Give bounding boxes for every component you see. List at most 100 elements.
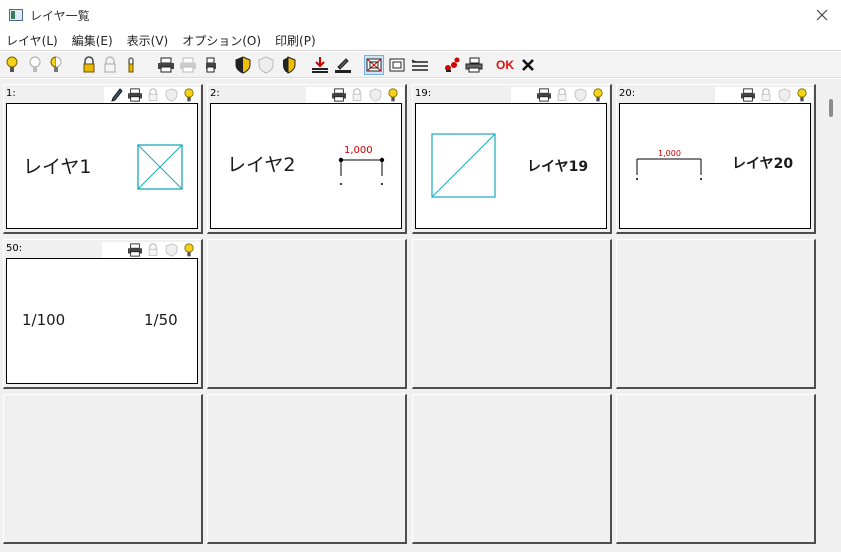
empty-layer-cell[interactable]	[412, 394, 612, 544]
toggle-protect-button[interactable]	[278, 55, 298, 75]
vertical-scrollbar[interactable]	[821, 79, 841, 552]
show-frame-button[interactable]	[364, 55, 384, 75]
empty-layer-cell[interactable]	[207, 394, 407, 544]
bulb-on-icon[interactable]	[384, 87, 402, 103]
toolbar: OK	[0, 52, 841, 78]
show-all-button[interactable]	[2, 55, 22, 75]
layer-cell-50[interactable]: 50: 1/100 1/50	[3, 239, 203, 389]
print-button[interactable]	[464, 55, 484, 75]
show-extent-button[interactable]	[387, 55, 407, 75]
no-print-button[interactable]	[178, 55, 198, 75]
layer-status-icons	[306, 87, 404, 103]
layer-grid: 1: レイヤ1 2: レイヤ2 1,000 19: レイヤ19 20: 1,00…	[0, 79, 821, 552]
paint-icon	[445, 57, 460, 72]
lock-disabled-icon[interactable]	[144, 242, 162, 258]
shield-disabled-icon[interactable]	[366, 87, 384, 103]
bulb-on-icon[interactable]	[180, 242, 198, 258]
menu-layer[interactable]: レイヤ(L)	[6, 32, 58, 49]
dimension-line-shape	[636, 158, 702, 180]
layer-cell-20[interactable]: 20: 1,000 レイヤ20	[616, 84, 816, 234]
shield-disabled-icon	[258, 56, 274, 74]
print-all-button[interactable]	[156, 55, 176, 75]
scrollbar-thumb[interactable]	[829, 99, 833, 117]
layer-number: 20:	[619, 88, 636, 99]
ok-button[interactable]: OK	[494, 55, 516, 75]
layer-number: 19:	[415, 88, 432, 99]
layer-preview: レイヤ19	[415, 103, 607, 229]
toggle-visibility-button[interactable]	[46, 55, 66, 75]
layer-name-text: レイヤ20	[732, 156, 794, 172]
bulb-on-icon[interactable]	[589, 87, 607, 103]
bulb-on-icon[interactable]	[793, 87, 811, 103]
menu-edit[interactable]: 編集(E)	[72, 32, 113, 49]
menu-view[interactable]: 表示(V)	[127, 32, 169, 49]
empty-layer-cell[interactable]	[412, 239, 612, 389]
printer-icon[interactable]	[535, 87, 553, 103]
empty-layer-cell[interactable]	[207, 239, 407, 389]
layer-list-button[interactable]	[410, 55, 430, 75]
frame-icon	[389, 58, 405, 72]
printer-icon[interactable]	[126, 87, 144, 103]
layer-cell-2[interactable]: 2: レイヤ2 1,000	[207, 84, 407, 234]
layer-cell-19[interactable]: 19: レイヤ19	[412, 84, 612, 234]
empty-layer-cell[interactable]	[616, 394, 816, 544]
cancel-icon	[522, 59, 534, 71]
printer-icon	[158, 57, 174, 73]
printer-icon[interactable]	[330, 87, 348, 103]
bulb-off-icon	[29, 56, 41, 72]
cancel-button[interactable]	[518, 55, 538, 75]
printer-icon[interactable]	[739, 87, 757, 103]
shield-disabled-icon[interactable]	[162, 242, 180, 258]
window-title: レイヤ一覧	[30, 9, 90, 23]
bulb-on-icon[interactable]	[180, 87, 198, 103]
printer-icon[interactable]	[126, 242, 144, 258]
dimension-value: 1,000	[344, 145, 373, 156]
shield-disabled-icon[interactable]	[775, 87, 793, 103]
square-diagonal-shape	[431, 133, 496, 198]
color-button[interactable]	[442, 55, 462, 75]
lock-all-button[interactable]	[79, 55, 99, 75]
framed-cross-shape	[137, 144, 183, 190]
lock-disabled-icon[interactable]	[144, 87, 162, 103]
shield-disabled-icon[interactable]	[162, 87, 180, 103]
dimension-line-shape	[338, 157, 385, 185]
empty-layer-cell[interactable]	[3, 394, 203, 544]
title-bar: レイヤ一覧	[0, 0, 841, 31]
toggle-lock-button[interactable]	[121, 55, 141, 75]
print-icon	[465, 57, 483, 73]
import-button[interactable]	[310, 55, 330, 75]
menu-options[interactable]: オプション(O)	[182, 32, 261, 49]
printer-disabled-icon	[180, 57, 196, 73]
empty-layer-cell[interactable]	[616, 239, 816, 389]
lock-disabled-icon[interactable]	[757, 87, 775, 103]
close-window-button[interactable]	[811, 4, 833, 26]
layers-icon	[411, 59, 428, 71]
scale-right-text: 1/50	[144, 311, 178, 329]
protect-all-button[interactable]	[233, 55, 253, 75]
unprotect-all-button[interactable]	[256, 55, 276, 75]
unlock-all-button[interactable]	[100, 55, 120, 75]
pencil-icon[interactable]	[108, 87, 126, 103]
layer-number: 1:	[6, 88, 16, 99]
layer-preview: レイヤ2 1,000	[210, 103, 402, 229]
bulb-half-icon	[50, 56, 62, 72]
pen-layer-icon	[335, 58, 351, 73]
layer-cell-1[interactable]: 1: レイヤ1	[3, 84, 203, 234]
lock-disabled-icon[interactable]	[348, 87, 366, 103]
printer-half-icon	[206, 57, 216, 73]
edit-name-button[interactable]	[333, 55, 353, 75]
toggle-print-button[interactable]	[200, 55, 220, 75]
menu-bar: レイヤ(L) 編集(E) 表示(V) オプション(O) 印刷(P)	[0, 31, 841, 51]
layer-number: 2:	[210, 88, 220, 99]
menu-print[interactable]: 印刷(P)	[275, 32, 316, 49]
lock-icon	[83, 56, 95, 73]
close-icon	[816, 9, 828, 21]
lock-disabled-icon[interactable]	[553, 87, 571, 103]
frame-cross-icon	[366, 58, 382, 72]
shield-icon	[235, 56, 251, 74]
layer-name-text: レイヤ1	[23, 156, 92, 178]
layer-status-icons	[104, 87, 200, 103]
hide-all-button[interactable]	[25, 55, 45, 75]
shield-disabled-icon[interactable]	[571, 87, 589, 103]
layer-status-icons	[715, 87, 813, 103]
